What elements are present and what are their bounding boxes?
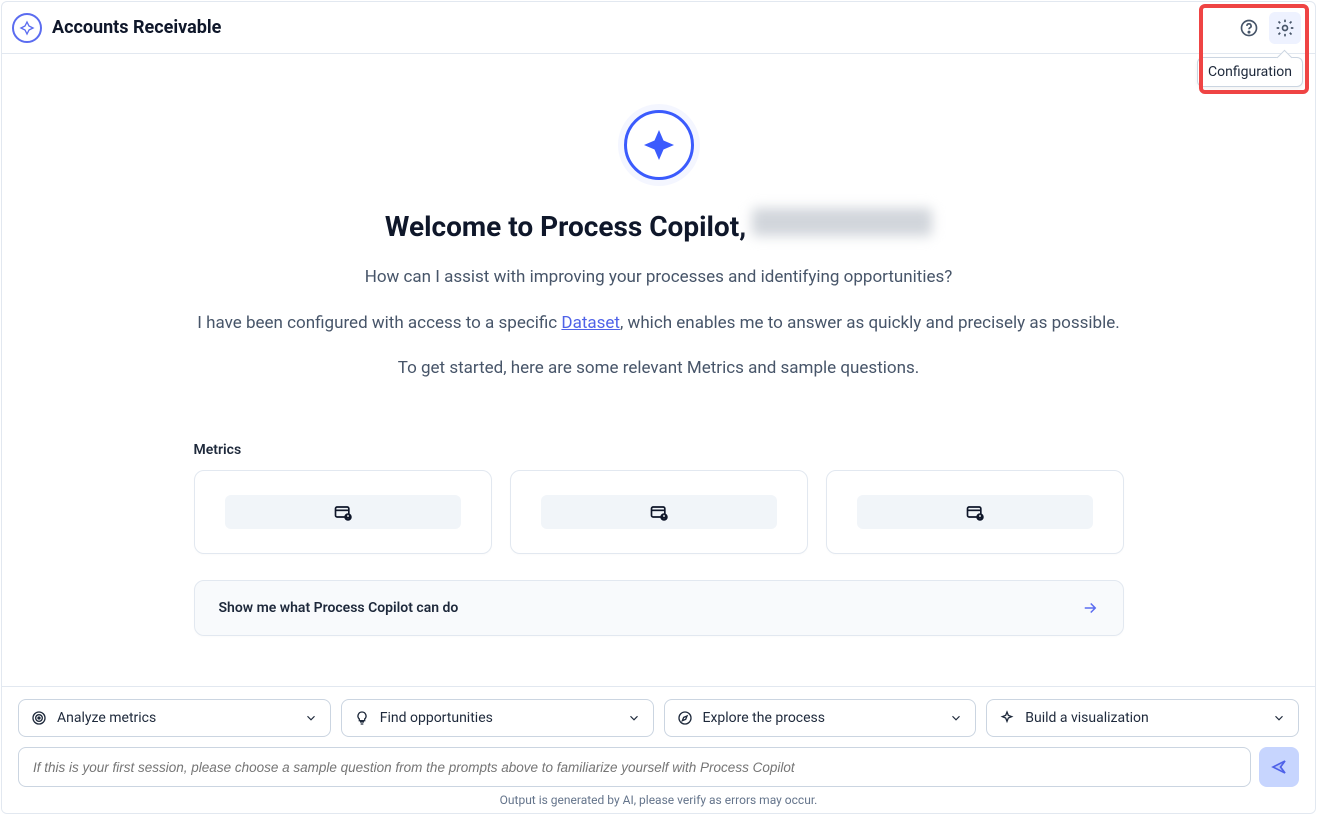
ai-disclaimer: Output is generated by AI, please verify… bbox=[18, 793, 1299, 807]
dataset-link[interactable]: Dataset bbox=[561, 313, 620, 333]
settings-tooltip: Configuration bbox=[1197, 57, 1303, 87]
gear-icon bbox=[1275, 18, 1295, 38]
metric-placeholder bbox=[541, 495, 777, 529]
chip-label: Build a visualization bbox=[1025, 710, 1149, 726]
header: Accounts Receivable Configuration bbox=[2, 2, 1315, 54]
send-icon bbox=[1270, 758, 1288, 776]
input-row bbox=[18, 747, 1299, 787]
card-alert-icon bbox=[965, 502, 985, 522]
card-alert-icon bbox=[649, 502, 669, 522]
intro-line-2: I have been configured with access to a … bbox=[197, 311, 1119, 337]
welcome-heading: Welcome to Process Copilot, bbox=[385, 208, 932, 243]
help-icon bbox=[1239, 18, 1259, 38]
header-left: Accounts Receivable bbox=[12, 13, 221, 43]
prompt-input[interactable] bbox=[18, 747, 1251, 787]
app-logo-icon bbox=[12, 13, 42, 43]
chevron-down-icon bbox=[627, 711, 641, 725]
metric-placeholder bbox=[225, 495, 461, 529]
demo-card[interactable]: Show me what Process Copilot can do bbox=[194, 580, 1124, 636]
chevron-down-icon bbox=[304, 711, 318, 725]
chip-label: Analyze metrics bbox=[57, 710, 156, 726]
footer: Analyze metrics Find opportunities Explo… bbox=[2, 686, 1315, 813]
metrics-section: Metrics bbox=[194, 442, 1124, 636]
target-icon bbox=[31, 710, 47, 726]
help-button[interactable] bbox=[1233, 12, 1265, 44]
intro-line-3: To get started, here are some relevant M… bbox=[398, 356, 919, 382]
chevron-down-icon bbox=[1272, 711, 1286, 725]
compass-icon bbox=[677, 710, 693, 726]
metric-card-1[interactable] bbox=[194, 470, 492, 554]
main-content: Welcome to Process Copilot, How can I as… bbox=[2, 54, 1315, 699]
demo-card-label: Show me what Process Copilot can do bbox=[219, 600, 459, 616]
header-right: Configuration bbox=[1233, 12, 1301, 44]
chip-build-visualization[interactable]: Build a visualization bbox=[986, 699, 1299, 737]
metrics-row bbox=[194, 470, 1124, 554]
intro-line-2-post: , which enables me to answer as quickly … bbox=[620, 313, 1120, 333]
metric-card-3[interactable] bbox=[826, 470, 1124, 554]
intro-line-1: How can I assist with improving your pro… bbox=[365, 265, 953, 291]
app-frame: Accounts Receivable Configuration bbox=[1, 1, 1316, 814]
lightbulb-icon bbox=[354, 710, 370, 726]
send-button[interactable] bbox=[1259, 747, 1299, 787]
welcome-prefix: Welcome to Process Copilot, bbox=[385, 210, 746, 243]
arrow-right-icon bbox=[1081, 599, 1099, 617]
sparkle-icon bbox=[999, 710, 1015, 726]
metrics-label: Metrics bbox=[194, 442, 1124, 458]
chevron-down-icon bbox=[949, 711, 963, 725]
settings-button[interactable] bbox=[1269, 12, 1301, 44]
metric-placeholder bbox=[857, 495, 1093, 529]
intro-line-2-pre: I have been configured with access to a … bbox=[197, 313, 561, 333]
metric-card-2[interactable] bbox=[510, 470, 808, 554]
chip-analyze-metrics[interactable]: Analyze metrics bbox=[18, 699, 331, 737]
card-alert-icon bbox=[333, 502, 353, 522]
chip-find-opportunities[interactable]: Find opportunities bbox=[341, 699, 654, 737]
welcome-username-redacted bbox=[752, 208, 932, 236]
suggestion-chip-row: Analyze metrics Find opportunities Explo… bbox=[18, 699, 1299, 737]
hero-logo-icon bbox=[624, 110, 694, 180]
chip-explore-process[interactable]: Explore the process bbox=[664, 699, 977, 737]
chip-label: Find opportunities bbox=[380, 710, 493, 726]
page-title: Accounts Receivable bbox=[52, 17, 221, 38]
chip-label: Explore the process bbox=[703, 710, 826, 726]
